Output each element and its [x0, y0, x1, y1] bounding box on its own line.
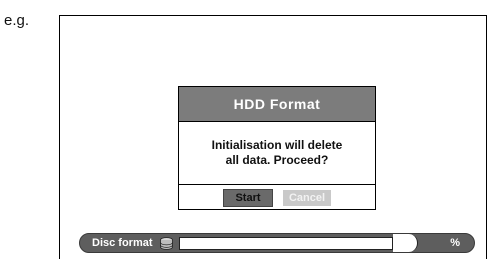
start-button[interactable]: Start: [223, 189, 273, 207]
disc-icon: [160, 237, 173, 250]
cancel-button[interactable]: Cancel: [283, 190, 331, 206]
dialog-title: HDD Format: [179, 87, 375, 122]
dialog-message-line-1: Initialisation will delete: [211, 138, 343, 152]
progress-track: [179, 237, 393, 250]
progress-label: Disc format: [92, 237, 153, 249]
example-caption: e.g.: [4, 12, 30, 29]
disc-format-progress-bar: Disc format %: [79, 233, 475, 253]
percent-symbol: %: [450, 237, 460, 249]
hdd-format-dialog: HDD Format Initialisation will delete al…: [178, 86, 376, 210]
progress-track-end: [393, 234, 418, 252]
dialog-button-row: Start Cancel: [179, 184, 375, 211]
dialog-message-line-2: all data. Proceed?: [225, 153, 329, 167]
dialog-message: Initialisation will delete all data. Pro…: [179, 122, 375, 184]
